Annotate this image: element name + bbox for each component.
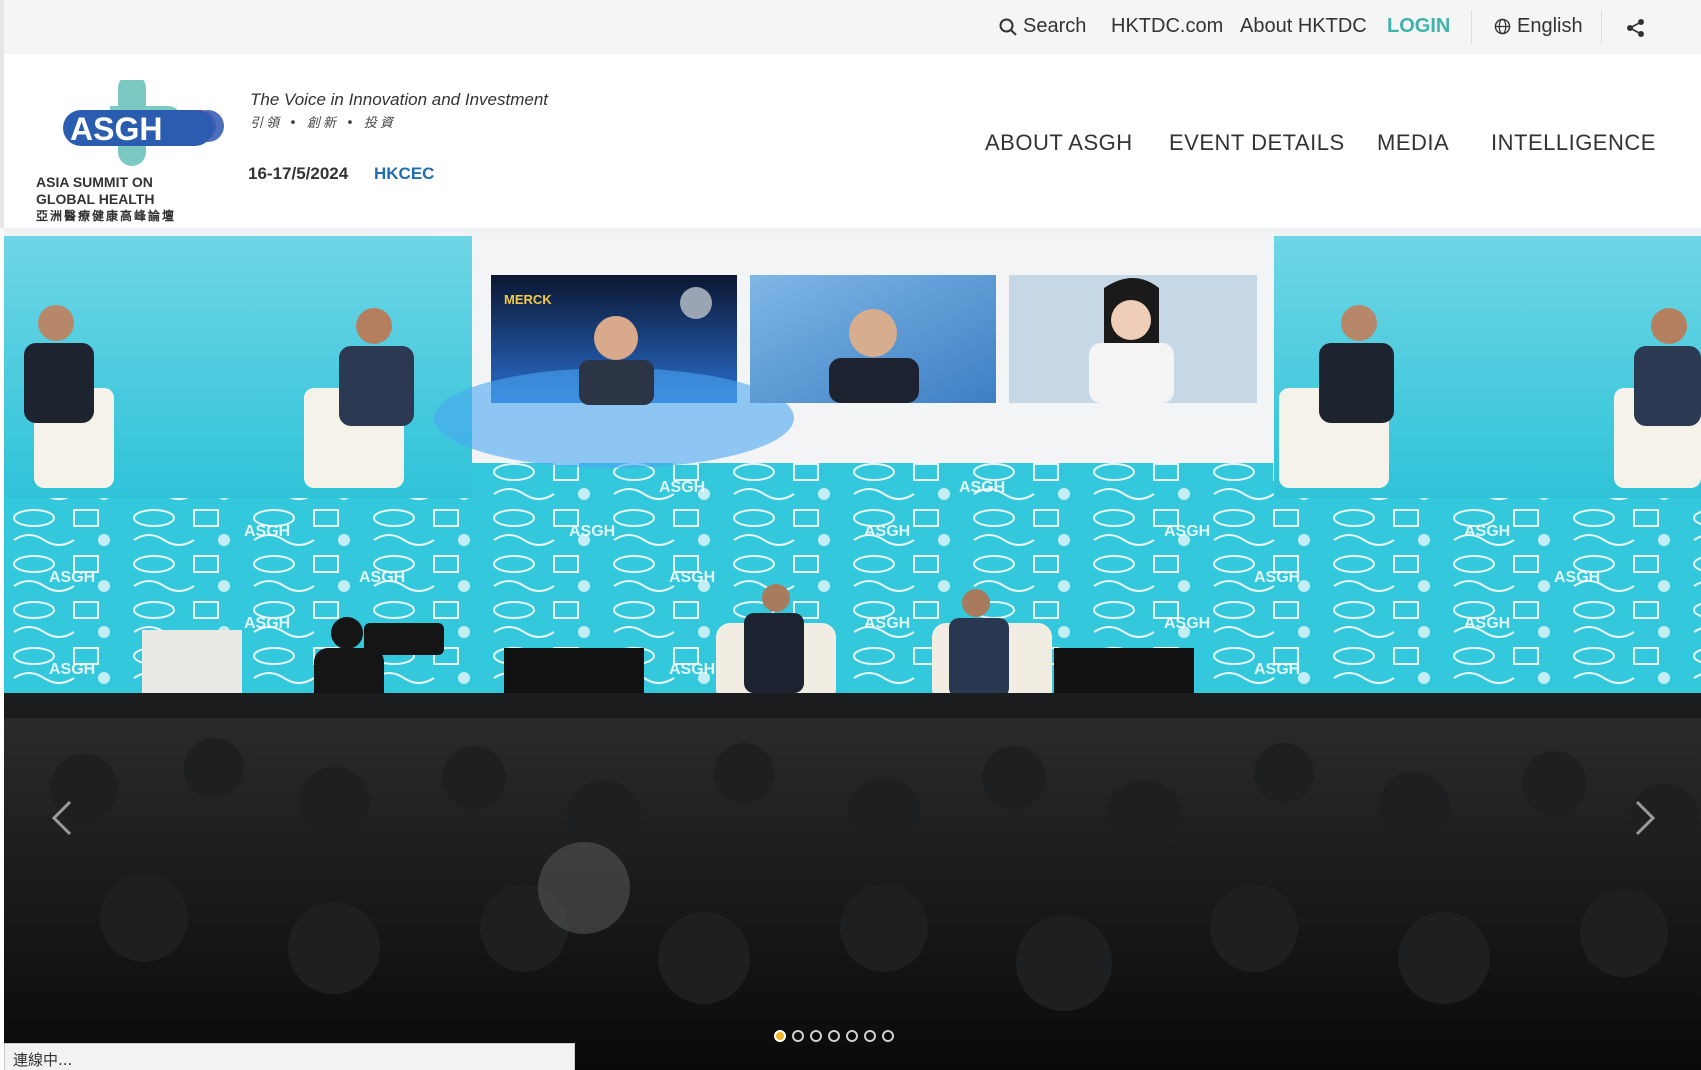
- language-label: English: [1517, 15, 1583, 37]
- nav-intelligence[interactable]: INTELLIGENCE: [1491, 130, 1656, 156]
- carousel-dot-1[interactable]: [774, 1030, 786, 1042]
- svg-text:ASGH: ASGH: [49, 661, 95, 678]
- event-date: 16-17/5/2024: [248, 164, 349, 183]
- logo-name-line2: GLOBAL HEALTH: [36, 191, 155, 207]
- svg-text:ASGH: ASGH: [1164, 615, 1210, 632]
- status-text: 連線中...: [13, 1051, 73, 1069]
- asgh-logo[interactable]: ASGH ASIA SUMMIT ON GLOBAL HEALTH 亞洲醫療健康…: [18, 74, 226, 223]
- chevron-right-icon: [1635, 800, 1656, 836]
- logo-name-zh: 亞洲醫療健康高峰論壇: [36, 209, 177, 223]
- carousel-dot-5[interactable]: [846, 1030, 858, 1042]
- svg-text:ASGH: ASGH: [959, 479, 1005, 496]
- svg-text:ASGH: ASGH: [49, 569, 95, 586]
- grey-head: [538, 842, 630, 934]
- browser-status-bar: 連線中...: [4, 1043, 575, 1070]
- login-link[interactable]: LOGIN: [1387, 15, 1450, 38]
- carousel-dot-4[interactable]: [828, 1030, 840, 1042]
- svg-text:ASGH: ASGH: [1554, 569, 1600, 586]
- globe-icon: [1494, 18, 1511, 35]
- carousel-dot-3[interactable]: [810, 1030, 822, 1042]
- svg-text:ASGH: ASGH: [669, 569, 715, 586]
- hero-slide-image: MERCK ASGH ASGH ASGH ASGH ASGH ASGH ASGH…: [4, 228, 1701, 1070]
- svg-text:ASGH: ASGH: [864, 615, 910, 632]
- carousel-dot-6[interactable]: [864, 1030, 876, 1042]
- svg-text:ASGH: ASGH: [1254, 569, 1300, 586]
- carousel-dot-7[interactable]: [882, 1030, 894, 1042]
- share-button[interactable]: [1626, 18, 1646, 38]
- video-tile-speaker3: [1009, 275, 1257, 403]
- svg-text:ASGH: ASGH: [659, 479, 705, 496]
- search-label: Search: [1023, 15, 1087, 37]
- carousel-prev-button[interactable]: [48, 798, 78, 838]
- about-hktdc-link[interactable]: About HKTDC: [1240, 15, 1367, 38]
- svg-text:ASGH: ASGH: [1464, 615, 1510, 632]
- hktdc-link[interactable]: HKTDC.com: [1111, 15, 1223, 38]
- event-venue-link[interactable]: HKCEC: [374, 164, 434, 184]
- svg-text:ASGH: ASGH: [244, 615, 290, 632]
- carousel-next-button[interactable]: [1629, 798, 1659, 838]
- divider: [1601, 10, 1602, 44]
- carousel-dot-2[interactable]: [792, 1030, 804, 1042]
- hero-carousel: MERCK ASGH ASGH ASGH ASGH ASGH ASGH ASGH…: [4, 228, 1701, 1070]
- site-header: ASGH ASIA SUMMIT ON GLOBAL HEALTH 亞洲醫療健康…: [0, 54, 1701, 228]
- nav-media[interactable]: MEDIA: [1377, 130, 1449, 156]
- nav-about-asgh[interactable]: ABOUT ASGH: [985, 130, 1133, 156]
- chevron-left-icon: [51, 800, 72, 836]
- svg-text:ASGH: ASGH: [1464, 523, 1510, 540]
- svg-text:ASGH: ASGH: [1254, 661, 1300, 678]
- search-icon: [999, 18, 1017, 36]
- asgh-logo-mark: ASGH: [63, 74, 224, 166]
- language-selector[interactable]: English: [1494, 15, 1583, 38]
- tagline: The Voice in Innovation and Investment: [250, 90, 548, 109]
- search-link[interactable]: Search: [999, 15, 1086, 38]
- svg-text:ASGH: ASGH: [669, 661, 715, 678]
- svg-text:ASGH: ASGH: [244, 523, 290, 540]
- svg-text:ASGH: ASGH: [569, 523, 615, 540]
- nav-event-details[interactable]: EVENT DETAILS: [1169, 130, 1345, 156]
- svg-text:MERCK: MERCK: [504, 292, 552, 307]
- share-icon: [1627, 19, 1644, 37]
- video-tile-speaker2: [750, 275, 996, 403]
- svg-text:ASGH: ASGH: [1164, 523, 1210, 540]
- divider: [1471, 10, 1472, 44]
- utility-bar: Search HKTDC.com About HKTDC LOGIN Engli…: [0, 0, 1701, 54]
- logo-name-line1: ASIA SUMMIT ON: [36, 174, 153, 190]
- svg-text:ASGH: ASGH: [359, 569, 405, 586]
- tagline-zh: 引領 • 創新 • 投資: [250, 116, 396, 131]
- svg-text:ASGH: ASGH: [864, 523, 910, 540]
- svg-text:ASGH: ASGH: [70, 111, 162, 147]
- carousel-pagination: [774, 1030, 894, 1042]
